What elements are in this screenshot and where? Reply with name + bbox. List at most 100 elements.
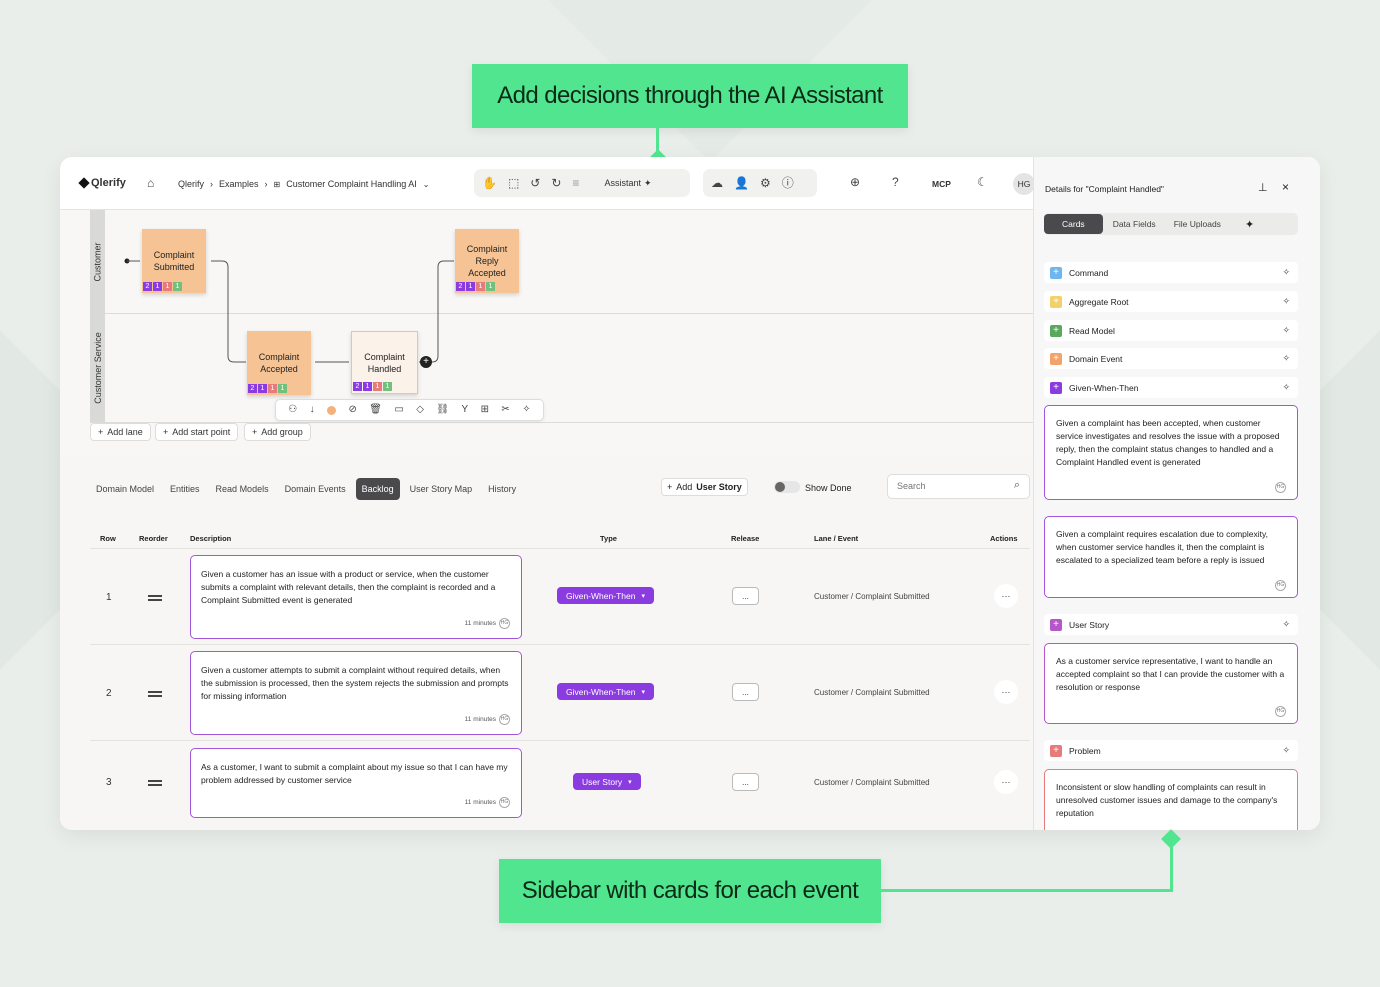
card-type-problem[interactable]: + Problem ✧	[1044, 740, 1298, 761]
event-card-complaint-reply-accepted[interactable]: Complaint Reply Accepted 2111	[455, 229, 519, 293]
given-when-then-card[interactable]: Given a complaint has been accepted, whe…	[1044, 405, 1298, 500]
branch-icon[interactable]: Y	[462, 405, 469, 415]
trash-icon[interactable]: 🗑	[369, 405, 382, 415]
user-avatar[interactable]: HG	[1013, 173, 1035, 195]
plus-icon: +	[1050, 295, 1062, 308]
breadcrumb-examples[interactable]: Examples	[219, 179, 259, 189]
qlerify-logo[interactable]: Qlerify	[78, 177, 126, 189]
arrow-down-icon[interactable]: ↓	[310, 405, 315, 415]
hierarchy-icon[interactable]: ⚇	[288, 405, 297, 415]
tab-entities[interactable]: Entities	[164, 478, 206, 500]
hand-icon[interactable]: ✋	[482, 177, 497, 189]
release-button[interactable]: ...	[732, 587, 759, 605]
author-avatar: HG	[1275, 580, 1286, 591]
backlog-panel: Domain Model Entities Read Models Domain…	[60, 457, 1033, 830]
sparkle-icon[interactable]: ✧	[1282, 353, 1290, 364]
help-icon[interactable]: ?	[892, 176, 899, 188]
sidebar-tab-cards[interactable]: Cards	[1044, 214, 1103, 234]
drag-handle-icon[interactable]	[148, 593, 162, 603]
type-dropdown[interactable]: User Story ▾	[573, 773, 641, 790]
card-type-command[interactable]: + Command ✧	[1044, 262, 1298, 283]
sparkle-icon[interactable]: ✦	[1245, 218, 1254, 231]
sparkle-icon[interactable]: ✧	[1282, 267, 1290, 278]
close-icon[interactable]: ×	[1282, 180, 1289, 194]
type-dropdown[interactable]: Given-When-Then ▾	[557, 587, 654, 604]
color-picker-icon[interactable]	[327, 405, 337, 415]
tab-read-models[interactable]: Read Models	[210, 478, 275, 500]
add-user-story-button[interactable]: + Add User Story	[661, 478, 748, 496]
add-next-event-icon[interactable]: +	[420, 356, 432, 368]
home-icon[interactable]: ⌂	[147, 177, 154, 189]
description-card[interactable]: Given a customer attempts to submit a co…	[190, 651, 522, 735]
tab-history[interactable]: History	[482, 478, 522, 500]
event-card-complaint-submitted[interactable]: Complaint Submitted 2111	[142, 229, 206, 293]
description-card[interactable]: Given a customer has an issue with a pro…	[190, 555, 522, 639]
sparkle-icon[interactable]: ✧	[1282, 296, 1290, 307]
sparkle-icon: ✦	[643, 177, 652, 188]
diamond-icon[interactable]: ◇	[416, 405, 424, 415]
problem-card[interactable]: Inconsistent or slow handling of complai…	[1044, 769, 1298, 830]
rectangle-icon[interactable]: ▭	[394, 405, 403, 415]
filter-icon[interactable]: ≡	[572, 177, 579, 189]
add-box-icon[interactable]: ⊞	[481, 405, 489, 415]
release-button[interactable]: ...	[732, 773, 759, 791]
user-story-card[interactable]: As a customer service representative, I …	[1044, 643, 1298, 724]
card-type-aggregate-root[interactable]: + Aggregate Root ✧	[1044, 291, 1298, 312]
link-icon[interactable]: ⛓	[436, 405, 449, 415]
card-type-domain-event[interactable]: + Domain Event ✧	[1044, 348, 1298, 369]
moon-icon[interactable]: ☾	[977, 176, 988, 188]
breadcrumb-qlerify[interactable]: Qlerify	[178, 179, 204, 189]
show-done-toggle[interactable]	[774, 481, 800, 493]
sidebar-tab-file-uploads[interactable]: File Uploads	[1166, 214, 1229, 234]
sparkle-icon[interactable]: ✧	[522, 405, 530, 415]
plus-icon: +	[1050, 352, 1062, 365]
event-card-complaint-handled[interactable]: Complaint Handled 2111	[351, 331, 418, 394]
gear-icon[interactable]: ⚙	[760, 177, 771, 189]
sidebar-tab-data-fields[interactable]: Data Fields	[1103, 214, 1166, 234]
redo-icon[interactable]: ↻	[551, 177, 561, 189]
plus-icon: +	[252, 427, 258, 437]
column-header-reorder: Reorder	[139, 534, 168, 543]
given-when-then-card[interactable]: Given a complaint requires escalation du…	[1044, 516, 1298, 598]
sparkle-icon[interactable]: ✧	[1282, 382, 1290, 393]
search-input[interactable]	[897, 481, 1007, 491]
drag-handle-icon[interactable]	[148, 689, 162, 699]
select-icon[interactable]: ⬚	[508, 177, 519, 189]
event-canvas[interactable]: Customer Customer Service Complaint Subm…	[60, 209, 1033, 457]
mcp-button[interactable]: MCP	[932, 179, 951, 189]
pin-icon[interactable]: ⊥	[1258, 181, 1268, 194]
cloud-icon[interactable]: ☁	[711, 177, 723, 189]
users-icon[interactable]: 👤	[734, 177, 749, 189]
row-actions-button[interactable]: ···	[994, 680, 1018, 704]
sparkle-icon[interactable]: ✧	[1282, 619, 1290, 630]
sparkle-icon[interactable]: ✧	[1282, 325, 1290, 336]
callout-top: Add decisions through the AI Assistant	[472, 64, 908, 128]
tab-user-story-map[interactable]: User Story Map	[404, 478, 479, 500]
add-group-button[interactable]: + Add group	[244, 423, 311, 441]
plus-circle-icon[interactable]: ⊕	[850, 176, 860, 188]
type-dropdown[interactable]: Given-When-Then ▾	[557, 683, 654, 700]
drag-handle-icon[interactable]	[148, 778, 162, 788]
undo-icon[interactable]: ↺	[530, 177, 540, 189]
add-start-point-button[interactable]: + Add start point	[155, 423, 239, 441]
tab-domain-model[interactable]: Domain Model	[90, 478, 160, 500]
card-type-given-when-then[interactable]: + Given-When-Then ✧	[1044, 377, 1298, 398]
unlink-icon[interactable]: ⊘	[348, 405, 356, 415]
row-actions-button[interactable]: ···	[994, 770, 1018, 794]
card-type-read-model[interactable]: + Read Model ✧	[1044, 320, 1298, 341]
search-icon[interactable]: ⌕	[1014, 479, 1020, 492]
scissors-icon[interactable]: ✂	[501, 405, 509, 415]
tab-domain-events[interactable]: Domain Events	[279, 478, 352, 500]
breadcrumb-workflow[interactable]: Customer Complaint Handling AI	[286, 179, 417, 189]
add-lane-button[interactable]: + Add lane	[90, 423, 151, 441]
event-card-complaint-accepted[interactable]: Complaint Accepted 2111	[247, 331, 311, 395]
card-type-user-story[interactable]: + User Story ✧	[1044, 614, 1298, 635]
tab-backlog[interactable]: Backlog	[355, 478, 400, 500]
release-button[interactable]: ...	[732, 683, 759, 701]
description-card[interactable]: As a customer, I want to submit a compla…	[190, 748, 522, 818]
info-icon[interactable]: ⓘ	[782, 177, 794, 189]
row-actions-button[interactable]: ···	[994, 584, 1018, 608]
assistant-button[interactable]: Assistant ✦	[604, 178, 651, 189]
sparkle-icon[interactable]: ✧	[1282, 745, 1290, 756]
chevron-down-icon[interactable]: ⌄	[423, 180, 430, 189]
